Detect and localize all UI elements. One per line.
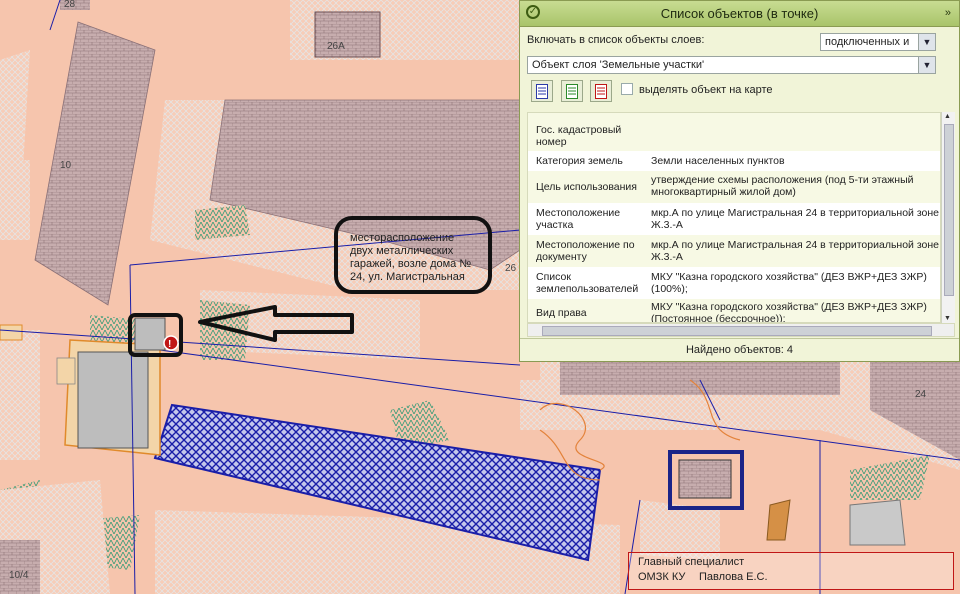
- garages: [134, 317, 166, 351]
- table-row: Категория земель Земли населенных пункто…: [528, 151, 940, 171]
- found-count: Найдено объектов: 4: [520, 338, 959, 361]
- label-10: 10: [60, 160, 72, 171]
- label-26a: 26А: [327, 41, 345, 52]
- attributes-table[interactable]: Гос. кадастровый номер Категория земель …: [527, 112, 941, 323]
- signature-box: Главный специалист ОМЗК КУ Павлова Е.С.: [628, 552, 954, 590]
- panel-header[interactable]: ✓ Список объектов (в точке) »: [520, 1, 959, 27]
- doc-red-icon: [595, 84, 607, 99]
- highlight-checkbox[interactable]: [621, 83, 633, 95]
- building-10-4: [0, 540, 40, 594]
- signature-department: ОМЗК КУ: [638, 571, 686, 583]
- callout-text: месторасположение двух металлических гар…: [350, 232, 472, 283]
- table-row: Вид права МКУ "Казна городского хозяйств…: [528, 299, 940, 323]
- row-key: Вид права: [536, 307, 587, 319]
- row-key: Местоположение участка: [536, 207, 621, 231]
- found-count-text: Найдено объектов: 4: [685, 344, 794, 356]
- chevron-down-icon[interactable]: ▼: [918, 34, 935, 50]
- signature-position: Главный специалист: [638, 556, 745, 568]
- table-row: Гос. кадастровый номер: [528, 113, 940, 151]
- row-value: МКУ "Казна городского хозяйства" (ДЕЗ ВЖ…: [651, 301, 927, 323]
- export-red-button[interactable]: [590, 80, 612, 102]
- gray-building: [77, 351, 149, 449]
- building-26a: [314, 11, 381, 58]
- export-blue-button[interactable]: [531, 80, 553, 102]
- include-layers-label: Включать в список объекты слоев:: [527, 34, 705, 46]
- table-row: Цель использования утверждение схемы рас…: [528, 171, 940, 203]
- signature-name: Павлова Е.С.: [699, 571, 768, 583]
- scrollbar-thumb[interactable]: [944, 124, 954, 296]
- row-key: Местоположение по документу: [536, 239, 635, 263]
- svg-text:!: !: [168, 339, 171, 350]
- object-list-panel[interactable]: ✓ Список объектов (в точке) » Включать в…: [519, 0, 960, 362]
- row-key: Категория земель: [536, 155, 623, 167]
- row-value: мкр.А по улице Магистральная 24 в террит…: [651, 239, 940, 263]
- chevron-down-icon[interactable]: ▼: [918, 57, 935, 73]
- label-10-4: 10/4: [9, 570, 29, 581]
- label-26: 26: [505, 263, 517, 274]
- export-green-button[interactable]: [561, 80, 583, 102]
- doc-blue-icon: [536, 84, 548, 99]
- annotation-callout: месторасположение двух металлических гар…: [334, 216, 492, 294]
- table-row: Местоположение по документу мкр.А по ули…: [528, 235, 940, 267]
- highlight-label: выделять объект на карте: [639, 84, 773, 96]
- label-24: 24: [915, 389, 927, 400]
- row-value: Земли населенных пунктов: [651, 155, 785, 167]
- table-row: Список землепользователей МКУ "Казна гор…: [528, 267, 940, 299]
- layer-object-select-value: Объект слоя 'Земельные участки': [532, 59, 705, 71]
- scroll-up-icon[interactable]: ▲: [944, 113, 951, 120]
- collapse-icon[interactable]: »: [945, 1, 951, 26]
- layers-select-value: подключенных и: [825, 36, 910, 48]
- label-28: 28: [64, 0, 76, 10]
- scrollbar-thumb[interactable]: [542, 326, 932, 336]
- scroll-down-icon[interactable]: ▼: [944, 315, 951, 322]
- layer-object-select[interactable]: Объект слоя 'Земельные участки' ▼: [527, 56, 936, 74]
- row-value: мкр.А по улице Магистральная 24 в террит…: [651, 207, 940, 231]
- vertical-scrollbar[interactable]: ▲ ▼: [941, 112, 955, 323]
- row-value: утверждение схемы расположения (под 5-ти…: [651, 174, 914, 198]
- row-key: Гос. кадастровый номер: [536, 124, 622, 148]
- layers-select[interactable]: подключенных и ▼: [820, 33, 936, 51]
- check-logo-icon: ✓: [526, 5, 540, 19]
- table-row: Местоположение участка мкр.А по улице Ма…: [528, 203, 940, 235]
- row-value: МКУ "Казна городского хозяйства" (ДЕЗ ВЖ…: [651, 271, 927, 295]
- row-key: Цель использования: [536, 181, 637, 193]
- horizontal-scrollbar[interactable]: [527, 323, 955, 337]
- panel-title: Список объектов (в точке): [660, 6, 819, 21]
- row-key: Список землепользователей: [536, 271, 639, 295]
- doc-green-icon: [566, 84, 578, 99]
